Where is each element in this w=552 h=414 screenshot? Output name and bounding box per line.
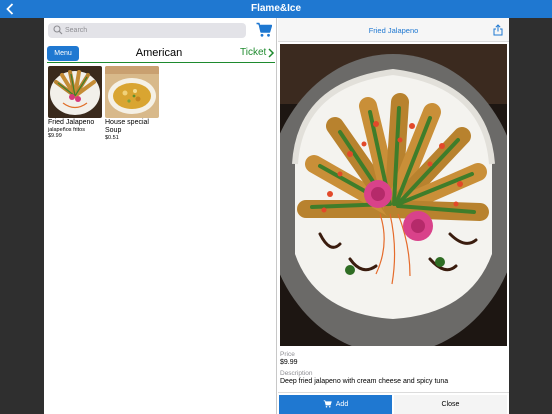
menu-panel: Search Menu American Ticket Fried Jalape… [44, 18, 277, 414]
item-price: $0.51 [105, 135, 119, 141]
item-photo [280, 44, 507, 346]
detail-footer: Add Close [278, 392, 509, 414]
price-value: $9.99 [280, 359, 298, 366]
menu-item-fried-jalapeno[interactable]: Fried Jalapeno jalapeños fritos $9.99 [48, 66, 102, 140]
ticket-button[interactable]: Ticket [240, 45, 266, 61]
search-icon [53, 25, 63, 35]
app-title: Flame&Ice [250, 3, 302, 14]
category-divider [47, 62, 275, 63]
description-value: Deep fried jalapeno with cream cheese an… [280, 378, 449, 385]
item-name: Fried Jalapeno [48, 119, 95, 126]
cart-icon [323, 400, 332, 408]
add-button-label: Add [335, 401, 349, 408]
item-detail-panel: Fried Jalapeno Price $9.99 Description D… [278, 18, 509, 414]
item-thumbnail [105, 66, 159, 118]
category-title: American [135, 47, 183, 59]
search-placeholder: Search [65, 27, 88, 34]
menu-item-house-special-soup[interactable]: House special Soup $0.51 [105, 66, 159, 142]
chevron-right-icon[interactable] [267, 48, 275, 58]
share-icon[interactable] [493, 24, 503, 36]
item-name: House special Soup [105, 119, 149, 134]
menu-button[interactable]: Menu [47, 46, 79, 61]
detail-header: Fried Jalapeno [278, 18, 509, 42]
app-title-bar: Flame&Ice [0, 0, 552, 18]
item-thumbnail [48, 66, 102, 118]
dimmed-backdrop-right [509, 18, 552, 414]
dimmed-backdrop-left [0, 18, 44, 414]
close-button[interactable]: Close [394, 395, 507, 414]
item-price: $9.99 [48, 133, 62, 139]
price-label: Price [280, 351, 295, 358]
cart-icon[interactable] [256, 22, 272, 38]
search-input[interactable]: Search [48, 23, 246, 38]
detail-title: Fried Jalapeno [368, 26, 419, 35]
add-button[interactable]: Add [279, 395, 392, 414]
description-label: Description [280, 370, 313, 377]
